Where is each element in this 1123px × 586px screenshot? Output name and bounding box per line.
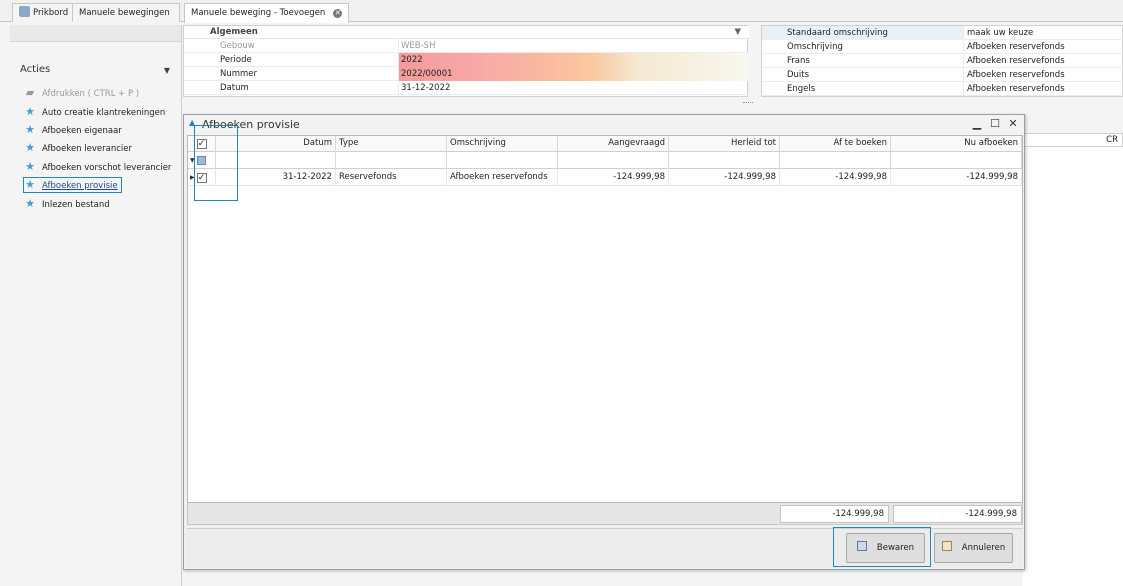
engels-input[interactable]: Afboeken reservefonds xyxy=(967,82,1065,96)
description-panel: Standaard omschrijving maak uw keuze Oms… xyxy=(761,25,1123,97)
cell-omschrijving[interactable]: Afboeken reservefonds xyxy=(447,169,558,186)
dialog-title-bar[interactable]: ▲ Afboeken provisie ▁ ☐ ✕ xyxy=(184,115,1024,135)
close-icon[interactable]: ✕ xyxy=(1006,117,1020,131)
duits-input[interactable]: Afboeken reservefonds xyxy=(967,68,1065,82)
printer-icon: ▰ xyxy=(25,86,35,99)
datum-input[interactable]: 31-12-2022 xyxy=(398,81,748,95)
chevron-down-icon[interactable]: ▼ xyxy=(734,26,741,39)
afboeken-provisie-dialog: ▲ Afboeken provisie ▁ ☐ ✕ ✓ Datum Type O… xyxy=(183,114,1025,570)
checkbox-column-highlight xyxy=(194,125,238,201)
tab-prikbord[interactable]: Prikbord xyxy=(12,3,76,22)
field-datum: Datum 31-12-2022 xyxy=(184,81,749,95)
sidebar-top-strip xyxy=(10,25,181,42)
chevron-down-icon[interactable]: ▼ xyxy=(164,66,170,75)
sidebar: Acties ▼ ▰ Afdrukken ( CTRL + P ) ★ Auto c… xyxy=(10,25,182,586)
cell-nu-afboeken[interactable]: -124.999,98 xyxy=(891,169,1022,186)
tab-manuele-beweging-toevoegen[interactable]: Manuele beweging - Toevoegen ✕ xyxy=(184,3,350,23)
row-duits: Duits Afboeken reservefonds xyxy=(762,68,1123,82)
column-cr[interactable]: CR xyxy=(1106,134,1118,147)
action-afdrukken[interactable]: ▰ Afdrukken ( CTRL + P ) xyxy=(24,86,139,100)
general-section-header[interactable]: Algemeen ▼ xyxy=(184,26,749,39)
cancel-icon xyxy=(941,541,952,551)
cancel-button[interactable]: Annuleren xyxy=(934,533,1013,563)
field-gebouw: Gebouw WEB-SH xyxy=(184,39,749,53)
column-omschrijving[interactable]: Omschrijving xyxy=(447,136,558,152)
cell-type[interactable]: Reservefonds xyxy=(336,169,447,186)
star-icon: ★ xyxy=(25,178,35,191)
save-button-highlight xyxy=(833,527,931,567)
filter-cell-omschrijving[interactable] xyxy=(447,152,558,169)
row-frans: Frans Afboeken reservefonds xyxy=(762,54,1123,68)
nummer-input[interactable]: 2022/00001 xyxy=(398,67,748,81)
filter-cell-nuafboeken[interactable] xyxy=(891,152,1022,169)
filter-cell-type[interactable] xyxy=(336,152,447,169)
star-icon: ★ xyxy=(25,141,35,154)
total-af-te-boeken: -124.999,98 xyxy=(780,505,889,523)
people-icon xyxy=(19,6,30,17)
star-icon: ★ xyxy=(25,105,35,118)
tab-bar: Prikbord Manuele bewegingen Manuele bewe… xyxy=(0,0,1123,23)
grid-totals-bar: -124.999,98 -124.999,98 xyxy=(187,503,1023,525)
omschrijving-input[interactable]: Afboeken reservefonds xyxy=(967,40,1065,54)
periode-input[interactable]: 2022 xyxy=(398,53,748,67)
star-icon: ★ xyxy=(25,197,35,210)
field-periode: Periode 2022 xyxy=(184,53,749,67)
star-icon: ★ xyxy=(25,160,35,173)
background-grid xyxy=(1023,147,1123,586)
field-nummer: Nummer 2022/00001 xyxy=(184,67,749,81)
action-inlezen-bestand[interactable]: ★ Inlezen bestand xyxy=(24,197,110,211)
minimize-icon[interactable]: ▁ xyxy=(970,117,984,131)
column-nu-afboeken[interactable]: Nu afboeken xyxy=(891,136,1022,152)
action-afboeken-eigenaar[interactable]: ★ Afboeken eigenaar xyxy=(24,123,122,137)
grid-header: ✓ Datum Type Omschrijving Aangevraagd He… xyxy=(188,136,1022,152)
filter-cell-afteboeken[interactable] xyxy=(780,152,891,169)
gebouw-value: WEB-SH xyxy=(398,39,748,53)
standaard-omschrijving-select[interactable]: maak uw keuze xyxy=(967,26,1033,40)
frans-input[interactable]: Afboeken reservefonds xyxy=(967,54,1065,68)
action-afboeken-leverancier[interactable]: ★ Afboeken leverancier xyxy=(24,141,132,155)
action-afboeken-voorschot-leverancier[interactable]: ★ Afboeken vorschot leverancier xyxy=(24,160,171,174)
provisie-grid: ✓ Datum Type Omschrijving Aangevraagd He… xyxy=(187,125,1023,503)
splitter-grip[interactable] xyxy=(743,102,753,105)
star-icon: ★ xyxy=(25,123,35,136)
column-aangevraagd[interactable]: Aangevraagd xyxy=(558,136,669,152)
row-standaard-omschrijving: Standaard omschrijving maak uw keuze xyxy=(762,26,1123,40)
cell-herleid-tot[interactable]: -124.999,98 xyxy=(669,169,780,186)
action-auto-creatie-klantrekeningen[interactable]: ★ Auto creatie klantrekeningen xyxy=(24,105,165,119)
row-engels: Engels Afboeken reservefonds xyxy=(762,82,1123,96)
cell-af-te-boeken[interactable]: -124.999,98 xyxy=(780,169,891,186)
tab-manuele-bewegingen[interactable]: Manuele bewegingen xyxy=(72,3,180,22)
close-tab-icon[interactable]: ✕ xyxy=(333,9,343,18)
column-af-te-boeken[interactable]: Af te boeken xyxy=(780,136,891,152)
general-panel: Algemeen ▼ Gebouw WEB-SH Periode 2022 Nu… xyxy=(183,25,749,97)
acties-header[interactable]: Acties ▼ xyxy=(20,64,170,75)
grid-filter-row: ▼ xyxy=(188,152,1022,169)
background-grid-header: CR xyxy=(1023,133,1123,147)
cell-aangevraagd[interactable]: -124.999,98 xyxy=(558,169,669,186)
row-omschrijving: Omschrijving Afboeken reservefonds xyxy=(762,40,1123,54)
table-row[interactable]: ▶ ✓ 31-12-2022 Reservefonds Afboeken res… xyxy=(188,169,1022,186)
panel-splitter[interactable] xyxy=(183,102,1123,106)
action-afboeken-provisie[interactable]: ★ Afboeken provisie xyxy=(23,177,122,193)
maximize-icon[interactable]: ☐ xyxy=(988,117,1002,131)
column-herleid-tot[interactable]: Herleid tot xyxy=(669,136,780,152)
total-nu-afboeken: -124.999,98 xyxy=(893,505,1022,523)
column-type[interactable]: Type xyxy=(336,136,447,152)
dialog-button-bar: Bewaren Annuleren xyxy=(187,527,1023,568)
filter-cell-herleid[interactable] xyxy=(669,152,780,169)
filter-cell-aangevraagd[interactable] xyxy=(558,152,669,169)
